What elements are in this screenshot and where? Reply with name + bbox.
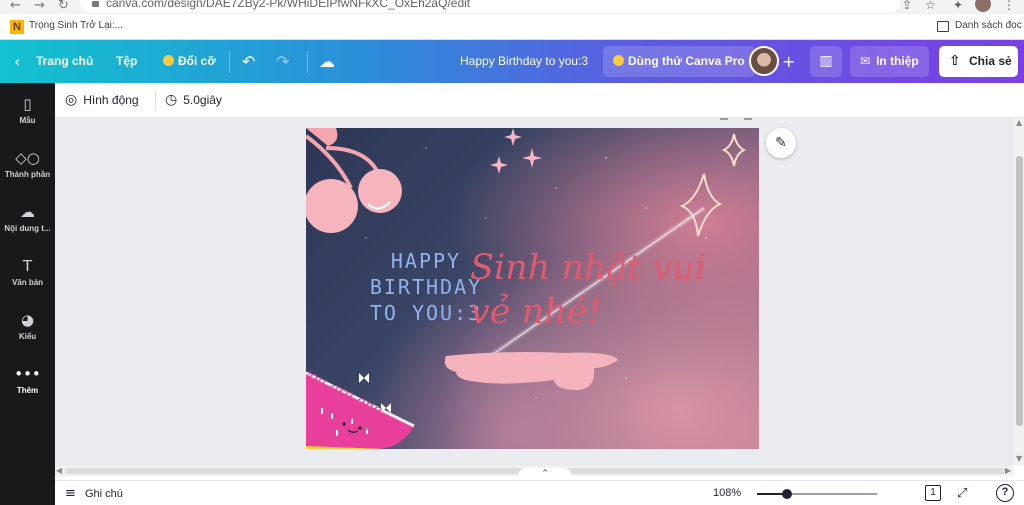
back-icon[interactable]: ← <box>10 0 21 13</box>
share-label: Chia sẻ <box>969 54 1012 68</box>
sidebar-item-more[interactable]: ••• Thêm <box>0 365 55 395</box>
add-collaborator-icon[interactable]: + <box>782 40 795 83</box>
redo-icon[interactable]: ↷ <box>276 40 289 83</box>
outline-sparkles <box>679 133 747 237</box>
chevron-up-icon[interactable]: ⌃ <box>518 468 572 480</box>
duration-button[interactable]: ◷ 5.0giây <box>165 83 222 118</box>
browser-toolbar: ← → ↻ canva.com/design/DAE7ZBy2-Pk/WHiDE… <box>0 0 1024 14</box>
divider <box>229 51 230 73</box>
reading-list-label[interactable]: Danh sách đọc <box>955 20 1022 31</box>
crown-icon <box>163 55 174 66</box>
palette-icon: ◕ <box>20 311 35 329</box>
envelope-icon: ✉ <box>860 54 871 68</box>
url-text: canva.com/design/DAE7ZBy2-Pk/WHiDEIPfwNF… <box>106 0 471 10</box>
home-button[interactable]: Trang chủ <box>36 40 93 83</box>
page-count-button[interactable]: 1 <box>925 485 941 501</box>
divider <box>155 91 156 111</box>
reload-icon[interactable]: ↻ <box>58 0 69 13</box>
object-panel-sidebar: ▯ Mẫu ◇○ Thành phần ☁ Nội dung t... T Vă… <box>0 83 55 505</box>
sidebar-item-elements[interactable]: ◇○ Thành phần <box>0 149 55 179</box>
greeting-line-2: vẻ nhé! <box>470 292 602 332</box>
user-avatar[interactable] <box>749 46 779 76</box>
greeting-line-1: Sinh nhật vui <box>470 248 707 288</box>
sidebar-item-uploads[interactable]: ☁ Nội dung t... <box>0 203 55 233</box>
elements-icon: ◇○ <box>15 149 40 167</box>
sidebar-item-templates[interactable]: ▯ Mẫu <box>0 95 55 125</box>
vertical-scrollbar[interactable]: ▲ ▼ <box>1014 118 1024 466</box>
undo-icon[interactable]: ↶ <box>242 40 255 83</box>
sidebar-item-label: Văn bản <box>11 278 44 287</box>
cloud-saved-icon[interactable]: ☁ <box>319 40 335 83</box>
sidebar-item-label: Thành phần <box>4 170 51 179</box>
page-control-icon[interactable] <box>744 118 752 120</box>
sidebar-item-label: Mẫu <box>19 116 36 125</box>
scroll-left-icon[interactable]: ◀ <box>56 466 62 475</box>
resize-button[interactable]: Đổi cỡ <box>163 40 216 83</box>
print-card-button[interactable]: ✉ In thiệp <box>850 46 929 77</box>
vertical-scroll-thumb[interactable] <box>1016 156 1023 426</box>
notes-label: Ghi chú <box>84 488 123 500</box>
context-toolbar: ◎ Hình động ◷ 5.0giây <box>55 83 1024 118</box>
sidebar-item-label: Thêm <box>16 386 39 395</box>
sparkle-stars <box>490 128 542 174</box>
try-canva-pro-button[interactable]: Dùng thử Canva Pro <box>603 46 755 77</box>
install-icon[interactable]: ⇪ <box>902 0 912 12</box>
try-pro-label: Dùng thử Canva Pro <box>628 54 745 68</box>
chevron-left-icon[interactable]: ‹ <box>14 40 20 83</box>
file-menu-button[interactable]: Tệp <box>116 40 137 83</box>
page-control-icon[interactable] <box>720 118 728 120</box>
sidebar-item-styles[interactable]: ◕ Kiểu <box>0 311 55 341</box>
sidebar-item-label: Nội dung t... <box>4 224 51 233</box>
scroll-down-icon[interactable]: ▼ <box>1016 454 1022 463</box>
cherry-illustration <box>306 128 402 233</box>
animate-icon: ◎ <box>65 92 78 108</box>
design-title[interactable]: Happy Birthday to you:3 <box>460 40 588 83</box>
duration-label: 5.0giây <box>183 93 222 107</box>
insights-icon[interactable]: ▥ <box>810 46 842 77</box>
clock-icon: ◷ <box>165 92 178 108</box>
sidebar-item-text[interactable]: T Văn bản <box>0 257 55 287</box>
vietnamese-greeting[interactable]: Sinh nhật vui vẻ nhé! <box>470 246 750 334</box>
design-page[interactable]: HAPPY BIRTHDAY TO YOU:3 Sinh nhật vui vẻ… <box>306 128 759 449</box>
browser-profile-avatar[interactable] <box>975 0 991 12</box>
address-bar[interactable]: canva.com/design/DAE7ZBy2-Pk/WHiDEIPfwNF… <box>80 0 900 12</box>
bookmark-favicon: N <box>10 20 24 34</box>
notes-button[interactable]: ≡ Ghi chú <box>65 481 123 505</box>
add-comment-icon[interactable]: ✎ <box>766 128 796 158</box>
forward-icon[interactable]: → <box>34 0 45 13</box>
notes-icon: ≡ <box>65 486 76 501</box>
print-label: In thiệp <box>876 54 919 68</box>
animate-label: Hình động <box>83 93 139 107</box>
layout-icon: ▯ <box>23 95 32 113</box>
zoom-value[interactable]: 108% <box>713 481 741 505</box>
editor-header: ‹ Trang chủ Tệp Đổi cỡ ↶ ↷ ☁ Happy Birth… <box>0 40 1024 83</box>
divider <box>307 51 308 73</box>
more-icon: ••• <box>14 365 41 383</box>
canva-editor-window: ← → ↻ canva.com/design/DAE7ZBy2-Pk/WHiDE… <box>0 0 1024 505</box>
resize-label: Đổi cỡ <box>178 54 216 68</box>
bookmark-star-icon[interactable]: ☆ <box>925 0 936 12</box>
scroll-up-icon[interactable]: ▲ <box>1016 118 1022 127</box>
bookmark-item[interactable]: Trọng Sinh Trở Lại:... <box>29 20 123 31</box>
sidebar-item-label: Kiểu <box>18 332 37 341</box>
bookmarks-bar: N Trọng Sinh Trở Lại:... Danh sách đọc <box>0 14 1024 40</box>
share-upload-icon: ⇧ <box>949 53 961 69</box>
reading-list-icon[interactable] <box>937 21 949 32</box>
extensions-icon[interactable]: ✦ <box>953 0 963 12</box>
zoom-slider[interactable] <box>757 489 877 499</box>
text-icon: T <box>22 257 33 275</box>
share-button[interactable]: ⇧ Chia sẻ <box>939 46 1018 77</box>
crown-icon <box>613 55 624 66</box>
browser-menu-icon[interactable]: ⋮ <box>1003 0 1015 12</box>
animate-button[interactable]: ◎ Hình động <box>65 83 139 118</box>
fullscreen-icon[interactable]: ⤢ <box>957 481 967 505</box>
zoom-slider-knob[interactable] <box>782 489 792 499</box>
scroll-right-icon[interactable]: ▶ <box>1005 466 1011 475</box>
lock-icon <box>92 1 99 7</box>
help-button[interactable]: ? <box>996 484 1014 502</box>
editor-footer: ≡ Ghi chú 108% 1 ⤢ ? <box>55 480 1024 505</box>
upload-icon: ☁ <box>20 203 35 221</box>
